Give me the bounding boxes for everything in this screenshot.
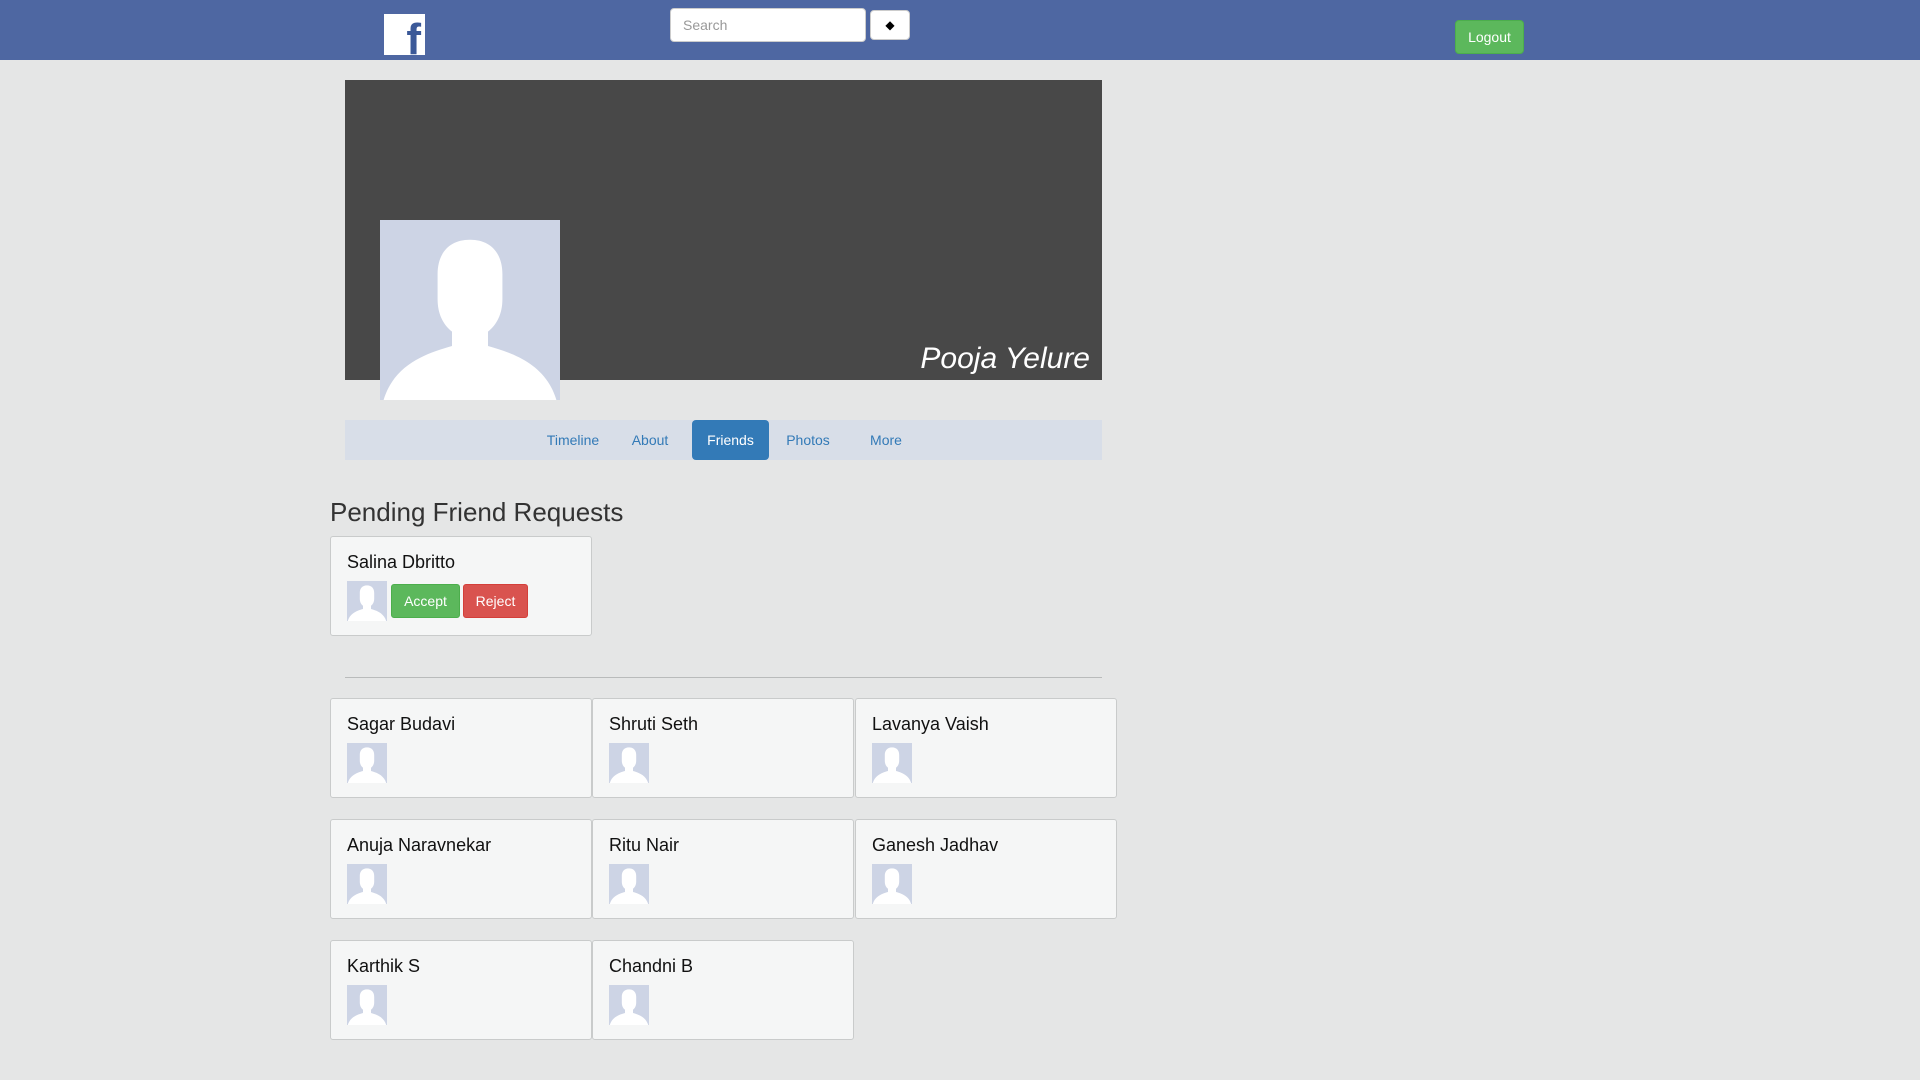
friend-card: Lavanya Vaish [855,698,1117,798]
pending-requests-heading: Pending Friend Requests [330,497,624,527]
profile-tabs: Timeline About Friends Photos More [345,420,1102,460]
avatar[interactable] [872,864,912,904]
friend-card: Ritu Nair [592,819,854,919]
logo-letter: f [406,15,421,56]
friend-card: Ganesh Jadhav [855,819,1117,919]
avatar[interactable] [872,743,912,783]
user-silhouette-icon [872,747,912,783]
search-icon: ◆ [885,18,895,32]
avatar[interactable] [609,743,649,783]
facebook-logo-icon[interactable]: f [384,14,425,55]
user-silhouette-icon [383,239,557,400]
friend-card: Shruti Seth [592,698,854,798]
search-button[interactable]: ◆ [870,10,910,40]
logout-button[interactable]: Logout [1455,20,1524,54]
tab-friends[interactable]: Friends [692,420,769,460]
tab-about[interactable]: About [620,420,680,460]
user-silhouette-icon [347,585,387,621]
avatar[interactable] [347,743,387,783]
search-input[interactable] [670,8,866,42]
user-silhouette-icon [609,868,649,904]
friend-name[interactable]: Lavanya Vaish [872,714,989,735]
reject-button[interactable]: Reject [463,584,528,618]
friend-card: Chandni B [592,940,854,1040]
friend-name[interactable]: Anuja Naravnekar [347,835,491,856]
profile-picture[interactable] [380,220,560,400]
user-silhouette-icon [347,747,387,783]
friend-card: Sagar Budavi [330,698,592,798]
accept-button[interactable]: Accept [391,584,460,618]
friend-name[interactable]: Ritu Nair [609,835,679,856]
friend-name[interactable]: Karthik S [347,956,420,977]
divider [345,677,1102,678]
profile-name: Pooja Yelure [920,342,1090,375]
avatar[interactable] [347,985,387,1025]
avatar[interactable] [347,864,387,904]
friend-card: Anuja Naravnekar [330,819,592,919]
user-silhouette-icon [347,868,387,904]
user-silhouette-icon [872,868,912,904]
avatar[interactable] [347,581,387,621]
friend-name[interactable]: Sagar Budavi [347,714,455,735]
friend-name[interactable]: Chandni B [609,956,693,977]
requester-name[interactable]: Salina Dbritto [347,552,455,573]
user-silhouette-icon [609,747,649,783]
tab-photos[interactable]: Photos [777,420,839,460]
tab-timeline[interactable]: Timeline [535,420,611,460]
tab-more[interactable]: More [858,420,914,460]
user-silhouette-icon [347,989,387,1025]
friend-name[interactable]: Ganesh Jadhav [872,835,998,856]
top-navigation-bar: f ◆ Logout [0,0,1920,60]
friend-request-card: Salina Dbritto Accept Reject [330,536,592,636]
friend-name[interactable]: Shruti Seth [609,714,698,735]
friend-card: Karthik S [330,940,592,1040]
avatar[interactable] [609,985,649,1025]
avatar[interactable] [609,864,649,904]
user-silhouette-icon [609,989,649,1025]
